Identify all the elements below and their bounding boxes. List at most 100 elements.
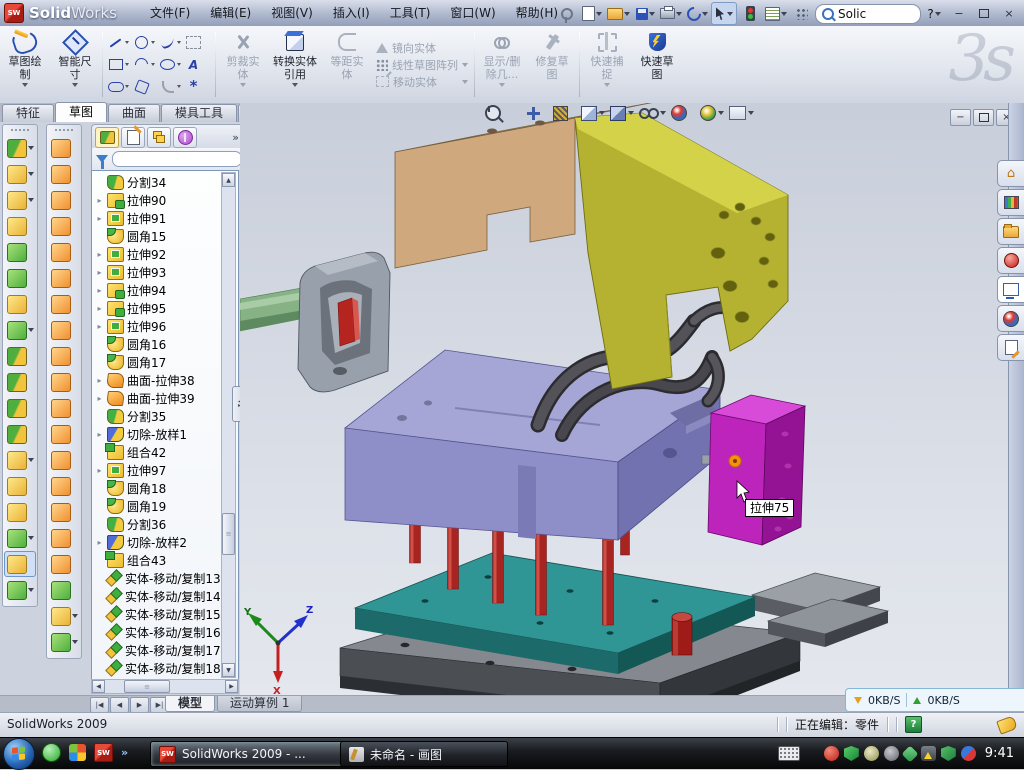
featuremanager-tree-tab[interactable] (95, 127, 119, 148)
scroll-left-button[interactable]: ◀ (92, 680, 105, 693)
expander-icon[interactable] (95, 250, 104, 259)
quick-launch-overflow[interactable]: » (121, 746, 128, 759)
expander-icon[interactable] (95, 304, 104, 313)
expander-icon[interactable] (95, 268, 104, 277)
tree-item[interactable]: 分割35 (92, 407, 238, 425)
tree-item[interactable]: 实体-移动/复制16 (92, 623, 238, 641)
toolbar-button[interactable] (48, 473, 80, 499)
toolbar-button[interactable] (4, 447, 36, 473)
toolbar-button[interactable] (48, 551, 80, 577)
save-button[interactable] (633, 3, 657, 24)
point-sketch-button[interactable] (185, 76, 211, 98)
rapid-sketch-button[interactable]: 快速草图 (632, 26, 682, 103)
command-tab[interactable]: 草图 (55, 102, 107, 122)
arc-sketch-button[interactable] (133, 54, 159, 76)
hud-button[interactable] (700, 105, 724, 121)
tree-item[interactable]: 拉伸95 (92, 299, 238, 317)
mirror-entities-button[interactable]: 镜向实体 (376, 41, 468, 55)
start-button[interactable] (3, 738, 35, 770)
trim-entities-button[interactable]: 剪裁实体 (218, 26, 268, 103)
menu-item[interactable]: 文件(F) (140, 0, 200, 26)
toolbar-button[interactable] (4, 525, 36, 551)
antivirus-icon[interactable] (824, 746, 839, 761)
tree-item[interactable]: 曲面-拉伸39 (92, 389, 238, 407)
input-method-icon[interactable] (778, 746, 800, 761)
hud-button[interactable] (527, 107, 548, 120)
scroll-up-button[interactable]: ▲ (222, 173, 235, 187)
taskbar-task-paint[interactable]: 未命名 - 画图 (340, 741, 508, 767)
hud-button[interactable] (610, 106, 634, 121)
expander-icon[interactable] (95, 376, 104, 385)
media-app-icon[interactable] (69, 744, 86, 761)
move-entities-button[interactable]: 移动实体 (376, 75, 468, 89)
toolbar-button[interactable] (4, 551, 36, 577)
hud-button[interactable] (639, 108, 666, 119)
select-button[interactable] (711, 2, 737, 25)
tree-item[interactable]: 拉伸91 (92, 209, 238, 227)
task-pane-tab[interactable] (997, 247, 1024, 274)
toolbar-button[interactable] (4, 291, 36, 317)
tree-item[interactable]: 拉伸94 (92, 281, 238, 299)
line-sketch-button[interactable] (107, 32, 133, 54)
toolbar-button[interactable] (48, 187, 80, 213)
toolbar-overflow-button[interactable] (790, 3, 814, 24)
tree-item[interactable]: 圆角15 (92, 227, 238, 245)
shield-plus-icon[interactable] (941, 746, 956, 761)
toolbar-button[interactable] (4, 239, 36, 265)
security-shield-icon[interactable] (844, 746, 859, 761)
network-warning-icon[interactable] (921, 746, 936, 761)
toolbar-button[interactable] (4, 161, 36, 187)
toolbar-button[interactable] (48, 161, 80, 187)
quick-snaps-button[interactable]: 快速捕捉 (582, 26, 632, 103)
open-button[interactable] (605, 3, 632, 24)
part-mold-block[interactable] (345, 350, 731, 540)
menu-item[interactable]: 工具(T) (380, 0, 441, 26)
command-tab[interactable]: 模具工具 (161, 104, 237, 122)
repair-sketch-button[interactable]: 修复草图 (527, 26, 577, 103)
expander-icon[interactable] (95, 286, 104, 295)
scroll-down-button[interactable]: ▼ (222, 663, 235, 677)
spline-sketch-button[interactable] (159, 32, 185, 54)
toolbar-button[interactable] (4, 577, 36, 603)
toolbar-button[interactable] (48, 369, 80, 395)
convert-entities-button[interactable]: 转换实体引用 (268, 26, 322, 103)
task-pane-tab[interactable] (997, 218, 1024, 245)
hud-button[interactable] (671, 105, 695, 121)
toolbar-button[interactable] (48, 213, 80, 239)
text-sketch-button[interactable] (185, 54, 211, 76)
expander-icon[interactable] (95, 196, 104, 205)
menu-item[interactable]: 插入(I) (323, 0, 380, 26)
tree-item[interactable]: 实体-移动/复制13 (92, 569, 238, 587)
configuration-manager-tab[interactable] (147, 127, 171, 148)
minimize-button[interactable]: − (947, 3, 971, 24)
tree-item[interactable]: 拉伸97 (92, 461, 238, 479)
toolbar-button[interactable] (48, 421, 80, 447)
toolbar-button[interactable] (48, 577, 80, 603)
first-tab-button[interactable]: |◀ (90, 697, 109, 713)
tree-item[interactable]: 组合43 (92, 551, 238, 569)
toolbar-button[interactable] (48, 447, 80, 473)
pin-icon[interactable] (555, 3, 579, 24)
tree-item[interactable]: 实体-移动/复制14 (92, 587, 238, 605)
command-tab[interactable]: 特征 (2, 104, 54, 122)
slot-sketch-button[interactable] (107, 76, 133, 98)
messenger-icon[interactable] (42, 743, 61, 762)
toolbar-button[interactable] (4, 421, 36, 447)
tree-item[interactable]: 圆角17 (92, 353, 238, 371)
graphics-viewport[interactable]: Y Z X (240, 103, 1008, 695)
toolbar-button[interactable] (48, 603, 80, 629)
toolbar-button[interactable] (48, 135, 80, 161)
tree-item[interactable]: 切除-放样1 (92, 425, 238, 443)
sync-icon[interactable] (901, 745, 918, 762)
expander-icon[interactable] (95, 322, 104, 331)
tag-icon[interactable] (996, 715, 1018, 734)
command-tab[interactable]: 曲面 (108, 104, 160, 122)
tree-item[interactable]: 拉伸93 (92, 263, 238, 281)
taskbar-task-solidworks[interactable]: SW SolidWorks 2009 - ... (150, 741, 348, 767)
task-pane-tab[interactable] (997, 276, 1024, 303)
toolbar-drag-handle[interactable] (10, 128, 30, 132)
next-tab-button[interactable]: ▶ (130, 697, 149, 713)
part-gray-clamp[interactable] (298, 252, 390, 392)
undo-button[interactable] (685, 3, 710, 24)
toolbar-button[interactable] (4, 473, 36, 499)
